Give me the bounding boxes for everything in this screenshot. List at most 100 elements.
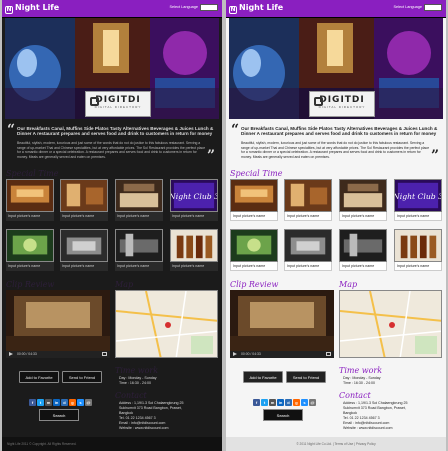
gallery-item[interactable]: Input picture's name	[339, 229, 387, 271]
close-quote-icon: ”	[207, 148, 216, 164]
gallery-item[interactable]: Input picture's name	[6, 229, 54, 271]
clip-review-heading: Clip Review	[230, 280, 279, 289]
contact-heading: Contact	[115, 391, 147, 400]
play-icon[interactable]	[9, 352, 13, 356]
gallery-item[interactable]: Input picture's name	[339, 179, 387, 221]
gallery-photo-4[interactable]: Night Club 3	[394, 179, 442, 212]
site-logo-text: Night Life	[239, 3, 284, 12]
contact-website[interactable]: Website : www.nitdiscount.com	[119, 426, 168, 430]
facebook-icon[interactable]: f	[253, 399, 260, 406]
gallery-photo-6[interactable]	[284, 229, 332, 262]
contact-address-line-1: Addess : 1,19/1.3 Soi Chalaengkrung 25	[119, 401, 184, 405]
night-club-sign-text: Night Club 3	[395, 192, 441, 201]
gallery-photo-7[interactable]	[339, 229, 387, 262]
linkedin-icon[interactable]: in	[277, 399, 284, 406]
video-controls: 00:00 / 04:33	[230, 351, 334, 358]
gallery-photo-5[interactable]	[6, 229, 54, 262]
gallery-photo-7[interactable]	[115, 229, 163, 262]
gallery-photo-8[interactable]	[394, 229, 442, 262]
map-heading: Map	[115, 280, 134, 289]
gallery-caption: Input picture's name	[230, 212, 278, 221]
search-button[interactable]: Search	[263, 409, 303, 421]
linkedin-icon[interactable]: in	[53, 399, 60, 406]
gallery-item[interactable]: Input picture's name	[284, 229, 332, 271]
share-icons: f t m in d g s @	[253, 391, 323, 409]
contact-email[interactable]: Email : info@nitdiscount.com	[343, 421, 389, 425]
gallery-caption: Input picture's name	[115, 212, 163, 221]
language-select[interactable]	[200, 4, 218, 11]
email-share-icon[interactable]: @	[309, 399, 316, 406]
myspace-icon[interactable]: m	[45, 399, 52, 406]
gallery-item[interactable]: Input picture's name	[230, 229, 278, 271]
gallery-item[interactable]: Input picture's name	[6, 179, 54, 221]
clip-video-player[interactable]: 00:00 / 04:33	[230, 290, 334, 358]
gallery-photo-6[interactable]	[60, 229, 108, 262]
time-hours: Time : 16:30 - 24:00	[119, 381, 152, 385]
night-life-logo-icon: N	[229, 6, 237, 14]
contact-email[interactable]: Email : info@nitdiscount.com	[119, 421, 165, 425]
video-time: 00:00 / 04:33	[17, 352, 37, 356]
stumble-icon[interactable]: s	[301, 399, 308, 406]
gallery-item[interactable]: Night Club 3 Input picture's name	[170, 179, 218, 221]
site-logo[interactable]: N Night Life	[5, 3, 59, 14]
delicious-icon[interactable]: d	[61, 399, 68, 406]
contact-website[interactable]: Website : www.nitdiscount.com	[343, 426, 392, 430]
clip-video-player[interactable]: 00:00 / 04:33	[6, 290, 110, 358]
location-map[interactable]	[115, 290, 218, 358]
gallery-photo-2[interactable]	[60, 179, 108, 212]
gallery-caption: Input picture's name	[284, 262, 332, 271]
twitter-icon[interactable]: t	[37, 399, 44, 406]
gallery-photo-8[interactable]	[170, 229, 218, 262]
special-time-heading: Special Time	[230, 169, 283, 178]
gallery-item[interactable]: Input picture's name	[115, 179, 163, 221]
twitter-icon[interactable]: t	[261, 399, 268, 406]
site-logo[interactable]: N Night Life	[229, 3, 283, 14]
gallery-item[interactable]: Input picture's name	[394, 229, 442, 271]
play-icon[interactable]	[233, 352, 237, 356]
gallery-photo-1[interactable]	[230, 179, 278, 212]
stumble-icon[interactable]: s	[77, 399, 84, 406]
video-time: 00:00 / 04:33	[241, 352, 261, 356]
gallery-photo-1[interactable]	[6, 179, 54, 212]
gallery-item[interactable]: Input picture's name	[60, 229, 108, 271]
digg-icon[interactable]: g	[69, 399, 76, 406]
share-icons: f t m in d g s @	[29, 391, 99, 409]
gallery-caption: Input picture's name	[284, 212, 332, 221]
gallery-item[interactable]: Input picture's name	[230, 179, 278, 221]
email-share-icon[interactable]: @	[85, 399, 92, 406]
gallery-photo-3[interactable]	[115, 179, 163, 212]
footer: © 2011 Night Life Co.Ltd. | Terms of Use…	[226, 437, 446, 451]
site-logo-text: Night Life	[15, 3, 60, 12]
hero-banner: DIGITDI DIGITAL DIRECTORY	[5, 18, 219, 119]
facebook-icon[interactable]: f	[29, 399, 36, 406]
gallery-photo-5[interactable]	[230, 229, 278, 262]
fullscreen-icon[interactable]	[102, 352, 107, 356]
gallery-item[interactable]: Input picture's name	[284, 179, 332, 221]
gallery-item[interactable]: Night Club 3 Input picture's name	[394, 179, 442, 221]
location-map[interactable]	[339, 290, 442, 358]
delicious-icon[interactable]: d	[285, 399, 292, 406]
search-button[interactable]: Search	[39, 409, 79, 421]
clip-review-heading: Clip Review	[6, 280, 55, 289]
send-to-friend-button[interactable]: Send to Friend	[286, 371, 326, 383]
gallery-item[interactable]: Input picture's name	[115, 229, 163, 271]
gallery-photo-3[interactable]	[339, 179, 387, 212]
gallery-item[interactable]: Input picture's name	[60, 179, 108, 221]
map-heading: Map	[339, 280, 358, 289]
gallery-item[interactable]: Input picture's name	[170, 229, 218, 271]
gallery-photo-4[interactable]: Night Club 3	[170, 179, 218, 212]
digg-icon[interactable]: g	[293, 399, 300, 406]
night-club-sign-text: Night Club 3	[171, 192, 217, 201]
add-to-favorite-button[interactable]: Add to Favorite	[243, 371, 283, 383]
language-select[interactable]	[424, 4, 442, 11]
time-days: Day : Monday - Sunday	[343, 376, 381, 380]
fullscreen-icon[interactable]	[326, 352, 331, 356]
gallery-caption: Input picture's name	[339, 262, 387, 271]
add-to-favorite-button[interactable]: Add to Favorite	[19, 371, 59, 383]
open-quote-icon: “	[7, 122, 16, 138]
digitdi-mark-icon	[314, 97, 323, 106]
gallery-caption: Input picture's name	[6, 212, 54, 221]
send-to-friend-button[interactable]: Send to Friend	[62, 371, 102, 383]
myspace-icon[interactable]: m	[269, 399, 276, 406]
gallery-photo-2[interactable]	[284, 179, 332, 212]
